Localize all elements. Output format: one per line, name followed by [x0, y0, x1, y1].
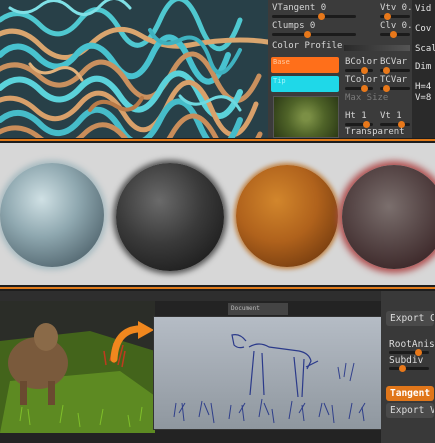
vtv-thumb[interactable]	[384, 13, 391, 20]
dog-wireframe-viewport	[153, 316, 383, 430]
max-size-label: Max Size	[345, 93, 389, 103]
bcvar-track[interactable]	[380, 67, 410, 74]
tcolor-track[interactable]	[345, 85, 373, 92]
fibermesh-preview-band: VTangent 0 Vtv 0. Clumps 0 Clv 0.1 Color…	[0, 0, 435, 138]
fur-sphere-orange	[236, 165, 338, 267]
clumps-label: Clumps 0	[272, 21, 316, 31]
fur-sphere-red-dark	[342, 165, 435, 269]
subdiv-track[interactable]	[389, 365, 429, 372]
curly-fibers-image	[0, 0, 268, 138]
color-profile-text: Color Profile	[272, 41, 343, 51]
orange-separator-2	[0, 287, 435, 289]
clumps-thumb[interactable]	[304, 31, 311, 38]
fibermesh-settings-panel: VTangent 0 Vtv 0. Clumps 0 Clv 0.1 Color…	[268, 0, 418, 138]
fur-spheres-band	[0, 143, 435, 285]
vtangent-label: VTangent 0	[272, 3, 327, 13]
right-item-cov[interactable]: Cov	[415, 24, 431, 34]
export-vectors-button[interactable]: Export V	[386, 403, 434, 418]
color-profile-label[interactable]: Color Profile	[272, 40, 342, 53]
fiber-export-panel: Export C RootAnis Subdiv Tangent Export …	[381, 291, 435, 443]
subdiv-thumb[interactable]	[399, 365, 406, 372]
ht-label: Ht 1	[345, 111, 367, 121]
tangent-button[interactable]: Tangent	[386, 386, 434, 401]
color-profile-curve[interactable]	[344, 45, 410, 51]
bcolor-thumb[interactable]	[361, 67, 368, 74]
root-anis-track[interactable]	[389, 349, 429, 356]
right-side-panel: Vid Cov Scal Dim H=4 V=8	[412, 0, 435, 138]
fur-sphere-dark-curly	[116, 163, 224, 271]
export-vectors-label: Export V	[390, 405, 434, 416]
tcvar-track[interactable]	[380, 85, 410, 92]
transparent-toggle[interactable]: Transparent	[345, 126, 405, 138]
transparent-label: Transparent	[345, 127, 405, 137]
max-size-slider[interactable]: Max Size	[345, 92, 388, 105]
mini-toolbar	[0, 291, 381, 301]
scene-band: Document Export C RootAnis Subdiv Tangen…	[0, 291, 435, 443]
vtangent-track[interactable]	[272, 13, 356, 20]
bcolor-track[interactable]	[345, 67, 373, 74]
tip-color-label: Tip	[273, 77, 286, 85]
tcvar-label: TCVar	[380, 75, 408, 85]
curved-arrow-icon	[110, 321, 154, 363]
tcvar-thumb[interactable]	[383, 85, 390, 92]
root-anis-label: RootAnis	[389, 339, 435, 350]
base-color-label: Base	[273, 58, 290, 66]
subdiv-slider[interactable]: Subdiv	[389, 355, 423, 366]
subdiv-label: Subdiv	[389, 355, 424, 366]
texture-thumbnail[interactable]	[273, 96, 339, 138]
tcolor-thumb[interactable]	[361, 85, 368, 92]
document-title: Document	[231, 305, 260, 312]
tip-color-swatch[interactable]: Tip	[271, 76, 339, 92]
orange-separator-1	[0, 139, 435, 141]
base-color-swatch[interactable]: Base	[271, 57, 339, 73]
right-item-h: H=4	[415, 82, 432, 92]
dog-wireframe-image	[154, 317, 382, 429]
vt-label: Vt 1	[380, 111, 402, 121]
export-curves-label: Export C	[390, 313, 434, 324]
vtv-label: Vtv 0.	[380, 3, 413, 13]
bcolor-label: BColor	[345, 57, 378, 67]
right-item-v: V=8	[415, 93, 432, 103]
clumps-track[interactable]	[272, 31, 356, 38]
right-item-dim[interactable]: Dim	[415, 62, 431, 72]
bcvar-label: BCVar	[380, 57, 408, 67]
tcolor-label: TColor	[345, 75, 378, 85]
root-anis-slider[interactable]: RootAnis	[389, 339, 435, 350]
right-item-scal[interactable]: Scal	[415, 44, 435, 54]
fur-sphere-blue-gray	[0, 163, 104, 267]
export-curves-button[interactable]: Export C	[386, 311, 434, 326]
tangent-label: Tangent	[390, 388, 431, 399]
vtv-track[interactable]	[380, 13, 410, 20]
document-mini-window[interactable]: Document	[228, 303, 288, 315]
clv-track[interactable]	[380, 31, 410, 38]
vtangent-thumb[interactable]	[318, 13, 325, 20]
clv-thumb[interactable]	[390, 31, 397, 38]
right-item-vid[interactable]: Vid	[415, 4, 431, 14]
curly-fiber-viewport	[0, 0, 268, 138]
bcvar-thumb[interactable]	[383, 67, 390, 74]
